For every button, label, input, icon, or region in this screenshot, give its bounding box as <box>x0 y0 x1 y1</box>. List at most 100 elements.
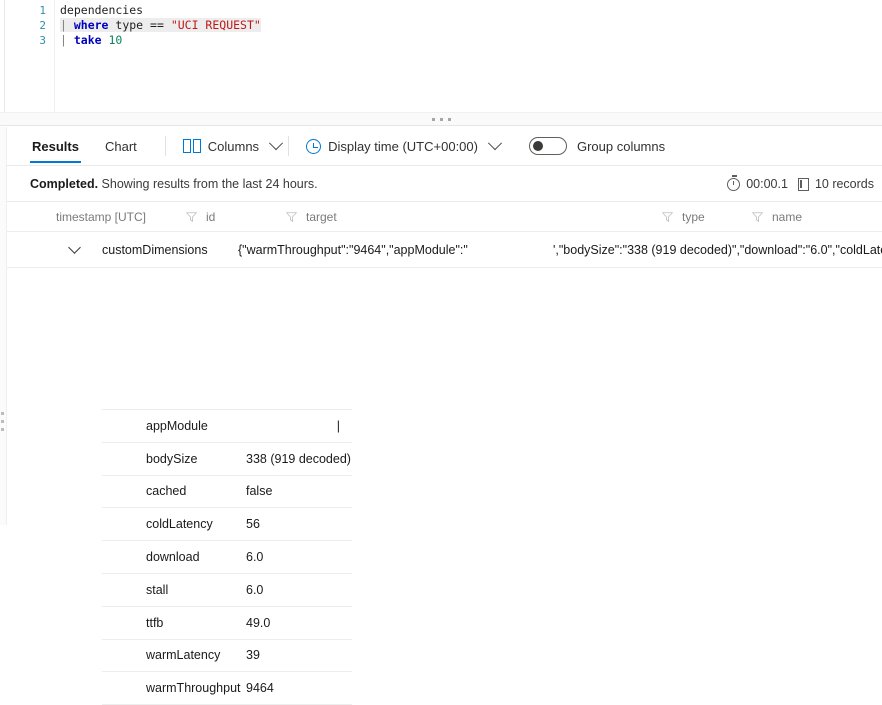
status-message: Showing results from the last 24 hours. <box>101 176 318 191</box>
code-token: == <box>150 18 171 32</box>
display-time-label: Display time (UTC+00:00) <box>328 138 478 154</box>
code-token: | <box>60 18 74 32</box>
chevron-down-icon <box>268 136 284 151</box>
results-pane: Results Chart Columns Display time (UTC+… <box>0 127 882 705</box>
grid-column-header-type[interactable]: type <box>662 202 705 232</box>
duration-metric: 00:00.1 <box>727 175 788 191</box>
chevron-down-icon <box>487 136 503 151</box>
line-number: 3 <box>39 34 46 47</box>
status-state: Completed. <box>30 176 99 191</box>
detail-row-key: warmThroughput <box>146 681 241 696</box>
detail-row-key: cached <box>146 484 187 499</box>
columns-icon <box>182 139 201 153</box>
filter-funnel-icon[interactable] <box>186 212 197 222</box>
detail-row-value: | <box>336 418 340 433</box>
grid-column-header-label: target <box>306 210 337 224</box>
clock-icon <box>306 138 322 154</box>
code-token: | <box>60 33 74 47</box>
status-metrics: 00:00.1 10 records <box>727 166 882 202</box>
code-token: "UCI REQUEST" <box>170 18 261 32</box>
grid-column-header-label: timestamp [UTC] <box>56 210 147 224</box>
timer-icon <box>727 175 741 191</box>
detail-row[interactable]: stall 6.0 <box>102 574 352 607</box>
filter-funnel-icon[interactable] <box>662 212 673 222</box>
grid-column-header-label: id <box>206 210 216 224</box>
detail-row[interactable]: warmLatency 39 <box>102 640 352 673</box>
detail-row-key: appModule <box>146 418 208 433</box>
row-json-preview-left: {"warmThroughput":"9464","appModule":" <box>238 242 468 257</box>
grid-column-header-id[interactable]: id <box>186 202 215 232</box>
grid-column-header-name[interactable]: name <box>752 202 802 232</box>
grid-column-header-label: type <box>682 210 705 224</box>
code-token: take <box>73 33 102 47</box>
detail-row-key: stall <box>146 582 169 597</box>
splitter-grip-icon <box>431 117 451 121</box>
filter-funnel-icon[interactable] <box>752 212 763 222</box>
toolbar-divider-1 <box>164 136 166 156</box>
code-line[interactable]: 2 | where type == "UCI REQUEST" <box>0 18 882 33</box>
toggle-knob <box>532 141 543 151</box>
code-token: where <box>73 18 109 32</box>
columns-button[interactable]: Columns <box>180 132 284 160</box>
detail-row[interactable]: bodySize 338 (919 decoded) <box>102 443 352 476</box>
query-editor[interactable]: 1 dependencies 2 | where type == "UCI REQUE… <box>0 0 882 112</box>
detail-row[interactable]: download 6.0 <box>102 541 352 574</box>
tab-results-label: Results <box>32 139 79 154</box>
grid-column-header-label: name <box>772 210 803 224</box>
records-value: 10 records <box>814 177 874 191</box>
detail-row[interactable]: ttfb 49.0 <box>102 607 352 640</box>
code-line[interactable]: 1 dependencies <box>0 3 882 18</box>
code-line-text[interactable]: | where type == "UCI REQUEST" <box>60 18 261 32</box>
detail-row-value: 49.0 <box>246 615 271 630</box>
records-metric: 10 records <box>797 177 874 191</box>
detail-row-value: false <box>246 484 273 499</box>
detail-row-value: 39 <box>246 648 260 663</box>
vertical-splitter[interactable] <box>0 127 7 525</box>
detail-row-key: download <box>146 550 200 565</box>
code-token: type <box>108 18 151 32</box>
group-columns-label: Group columns <box>576 138 666 154</box>
results-toolbar: Results Chart Columns Display time (UTC+… <box>0 127 882 166</box>
detail-row-key: warmLatency <box>146 648 221 663</box>
detail-row[interactable]: cached false <box>102 476 352 509</box>
code-token: 10 <box>108 33 123 47</box>
vertical-splitter-grip-icon <box>1 412 4 431</box>
records-icon <box>797 177 809 191</box>
detail-row-value: 9464 <box>246 681 274 696</box>
filter-funnel-icon[interactable] <box>286 212 297 222</box>
horizontal-splitter[interactable] <box>0 112 882 126</box>
detail-row[interactable]: appModule | <box>102 409 352 443</box>
grid-column-header-target[interactable]: target <box>286 202 337 232</box>
detail-row-value: 56 <box>246 517 260 532</box>
results-statusbar: Completed. Showing results from the last… <box>0 166 882 202</box>
detail-row[interactable]: warmThroughput 9464 <box>102 672 352 705</box>
grid-column-header: timestamp [UTC] id target type name <box>0 202 882 232</box>
grid-column-header-timestamputc[interactable]: timestamp [UTC] <box>56 202 146 232</box>
detail-row-key: coldLatency <box>146 517 213 532</box>
row-json-preview-right: ',"bodySize":"338 (919 decoded)","downlo… <box>553 242 882 257</box>
line-number: 2 <box>39 19 46 32</box>
columns-button-label: Columns <box>207 138 260 154</box>
group-columns-toggle[interactable] <box>528 137 567 155</box>
code-lines[interactable]: 1 dependencies 2 | where type == "UCI REQUE… <box>0 3 882 48</box>
detail-row-key: ttfb <box>146 615 164 630</box>
tab-chart[interactable]: Chart <box>103 127 139 165</box>
detail-row-value: 338 (919 decoded) <box>246 451 351 466</box>
detail-row-value: 6.0 <box>246 582 264 597</box>
code-line-text[interactable]: dependencies <box>60 3 143 17</box>
code-line-text[interactable]: | take 10 <box>60 33 122 47</box>
detail-row-value: 6.0 <box>246 550 264 565</box>
duration-value: 00:00.1 <box>746 177 788 191</box>
tab-chart-label: Chart <box>104 139 137 154</box>
detail-row-key: bodySize <box>146 451 198 466</box>
tab-results[interactable]: Results <box>30 127 81 165</box>
display-time-button[interactable]: Display time (UTC+00:00) <box>303 132 503 160</box>
row-collapse-chevron-icon[interactable] <box>68 241 81 254</box>
table-row[interactable]: customDimensions {"warmThroughput":"9464… <box>0 232 882 268</box>
row-field-name: customDimensions <box>102 242 208 257</box>
code-token: dependencies <box>60 3 144 17</box>
line-number: 1 <box>39 4 46 17</box>
custom-dimensions-detail-table: appModule | bodySize 338 (919 decoded) cache… <box>102 409 352 705</box>
code-line[interactable]: 3 | take 10 <box>0 33 882 48</box>
